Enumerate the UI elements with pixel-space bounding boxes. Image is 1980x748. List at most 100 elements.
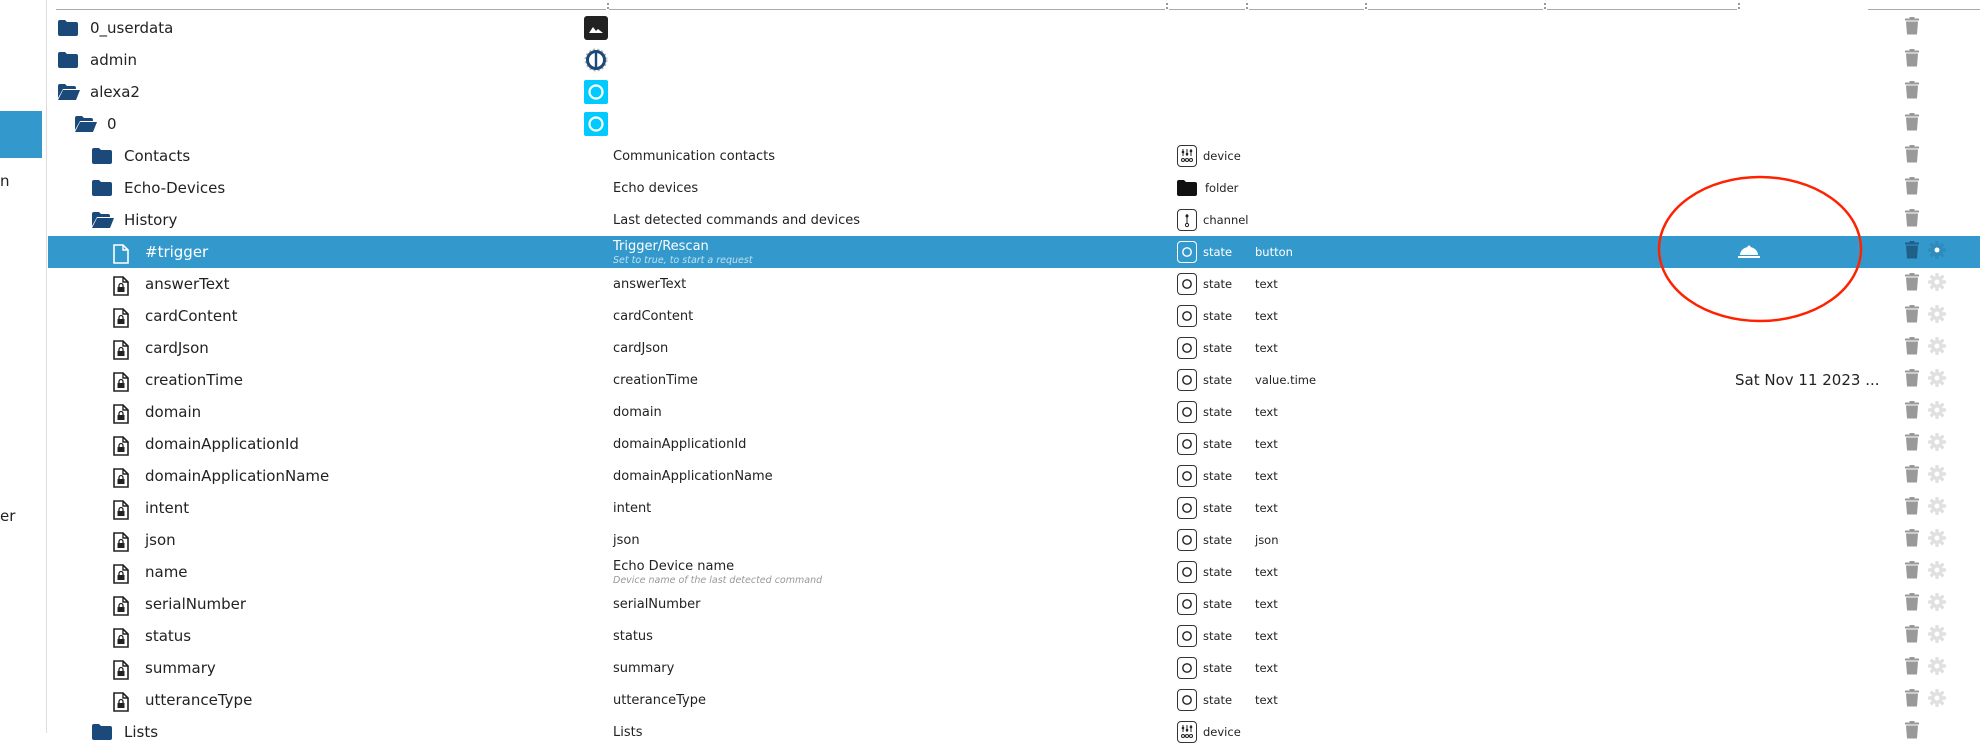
tree-node[interactable]: intent xyxy=(113,492,189,524)
delete-button[interactable] xyxy=(1905,268,1919,300)
column-header-function[interactable] xyxy=(1547,3,1740,10)
delete-button[interactable] xyxy=(1905,172,1919,204)
tree-node[interactable]: utteranceType xyxy=(113,684,252,716)
column-header-id[interactable] xyxy=(56,3,609,10)
tree-node[interactable]: name xyxy=(113,556,188,588)
delete-button[interactable] xyxy=(1905,460,1919,492)
tree-node[interactable]: creationTime xyxy=(113,364,243,396)
tree-row[interactable]: json json state json xyxy=(48,524,1980,556)
settings-button[interactable] xyxy=(1928,300,1946,332)
object-name: domainApplicationId xyxy=(613,428,746,460)
settings-button[interactable] xyxy=(1928,268,1946,300)
tree-node[interactable]: cardContent xyxy=(113,300,238,332)
tree-row[interactable]: Contacts Communication contacts device xyxy=(48,140,1980,172)
delete-button[interactable] xyxy=(1905,204,1919,236)
delete-button[interactable] xyxy=(1905,684,1919,716)
tree-node[interactable]: #trigger xyxy=(113,236,208,268)
settings-button[interactable] xyxy=(1928,588,1946,620)
delete-button[interactable] xyxy=(1905,396,1919,428)
delete-button[interactable] xyxy=(1905,588,1919,620)
tree-node[interactable]: domainApplicationName xyxy=(113,460,329,492)
column-header-type[interactable] xyxy=(1169,3,1248,10)
object-role: json xyxy=(1255,533,1279,547)
tree-row[interactable]: cardJson cardJson state text xyxy=(48,332,1980,364)
settings-button[interactable] xyxy=(1928,364,1946,396)
tree-row[interactable]: answerText answerText state text xyxy=(48,268,1980,300)
settings-button[interactable] xyxy=(1928,236,1946,268)
tree-node[interactable]: alexa2 xyxy=(58,76,140,108)
delete-button[interactable] xyxy=(1905,236,1919,268)
delete-button[interactable] xyxy=(1905,364,1919,396)
tree-node[interactable]: serialNumber xyxy=(113,588,246,620)
tree-row[interactable]: domainApplicationName domainApplicationNa… xyxy=(48,460,1980,492)
tree-node[interactable]: Lists xyxy=(92,716,158,748)
delete-button[interactable] xyxy=(1905,108,1919,140)
tree-node[interactable]: summary xyxy=(113,652,216,684)
delete-button[interactable] xyxy=(1905,76,1919,108)
settings-button[interactable] xyxy=(1928,684,1946,716)
tree-row[interactable]: Echo-Devices Echo devices folder xyxy=(48,172,1980,204)
delete-button[interactable] xyxy=(1905,620,1919,652)
tree-row[interactable]: summary summary state text xyxy=(48,652,1980,684)
settings-button[interactable] xyxy=(1928,428,1946,460)
tree-row[interactable]: 0_userdata xyxy=(48,12,1980,44)
tree-row[interactable]: Lists Lists device xyxy=(48,716,1980,748)
tree-row[interactable]: intent intent state text xyxy=(48,492,1980,524)
delete-button[interactable] xyxy=(1905,300,1919,332)
tree-row[interactable]: domainApplicationId domainApplicationId st… xyxy=(48,428,1980,460)
settings-button[interactable] xyxy=(1928,492,1946,524)
column-header-room[interactable] xyxy=(1368,3,1546,10)
settings-button[interactable] xyxy=(1928,396,1946,428)
tree-row[interactable]: utteranceType utteranceType state text xyxy=(48,684,1980,716)
object-type: state xyxy=(1177,588,1232,620)
tree-node[interactable]: 0 xyxy=(75,108,117,140)
tree-node[interactable]: 0_userdata xyxy=(58,12,173,44)
tree-row[interactable]: status status state text xyxy=(48,620,1980,652)
tree-node[interactable]: answerText xyxy=(113,268,230,300)
tree-row[interactable]: 0 xyxy=(48,108,1980,140)
tree-node[interactable]: json xyxy=(113,524,176,556)
settings-button[interactable] xyxy=(1928,524,1946,556)
delete-button[interactable] xyxy=(1905,140,1919,172)
tree-node[interactable]: cardJson xyxy=(113,332,209,364)
delete-button[interactable] xyxy=(1905,716,1919,748)
tree-row[interactable]: domain domain state text xyxy=(48,396,1980,428)
delete-button[interactable] xyxy=(1905,652,1919,684)
delete-button[interactable] xyxy=(1905,492,1919,524)
folder-open-icon xyxy=(75,116,97,132)
object-value[interactable]: Sat Nov 11 2023 ... xyxy=(1735,364,1880,396)
tree-row[interactable]: creationTime creationTime state value.time S… xyxy=(48,364,1980,396)
column-header-role[interactable] xyxy=(1249,3,1367,10)
tree-node[interactable]: History xyxy=(92,204,177,236)
settings-button[interactable] xyxy=(1928,332,1946,364)
delete-button[interactable] xyxy=(1905,12,1919,44)
trigger-bell-button[interactable] xyxy=(1738,236,1760,268)
delete-button[interactable] xyxy=(1905,44,1919,76)
tree-row[interactable]: alexa2 xyxy=(48,76,1980,108)
tree-node[interactable]: domainApplicationId xyxy=(113,428,299,460)
delete-button[interactable] xyxy=(1905,524,1919,556)
tree-node[interactable]: admin xyxy=(58,44,137,76)
settings-button[interactable] xyxy=(1928,652,1946,684)
tree-row[interactable]: cardContent cardContent state text xyxy=(48,300,1980,332)
tree-row[interactable]: serialNumber serialNumber state text xyxy=(48,588,1980,620)
tree-node[interactable]: domain xyxy=(113,396,201,428)
sidebar-active-item[interactable] xyxy=(0,111,42,158)
delete-button[interactable] xyxy=(1905,332,1919,364)
sidebar-item-label[interactable]: n xyxy=(0,172,10,190)
settings-button[interactable] xyxy=(1928,620,1946,652)
delete-button[interactable] xyxy=(1905,428,1919,460)
column-header-name[interactable] xyxy=(609,3,1168,10)
tree-row[interactable]: name Echo Device name Device name of the l… xyxy=(48,556,1980,588)
tree-node[interactable]: status xyxy=(113,620,191,652)
tree-row[interactable]: admin xyxy=(48,44,1980,76)
tree-node[interactable]: Echo-Devices xyxy=(92,172,225,204)
tree-node[interactable]: Contacts xyxy=(92,140,190,172)
delete-button[interactable] xyxy=(1905,556,1919,588)
sidebar-item-label[interactable]: er xyxy=(0,507,15,525)
settings-button[interactable] xyxy=(1928,460,1946,492)
tree-row[interactable]: #trigger Trigger/Rescan Set to true, to st… xyxy=(48,236,1980,268)
column-header-buttons[interactable] xyxy=(1868,9,1980,10)
tree-row[interactable]: History Last detected commands and device… xyxy=(48,204,1980,236)
settings-button[interactable] xyxy=(1928,556,1946,588)
